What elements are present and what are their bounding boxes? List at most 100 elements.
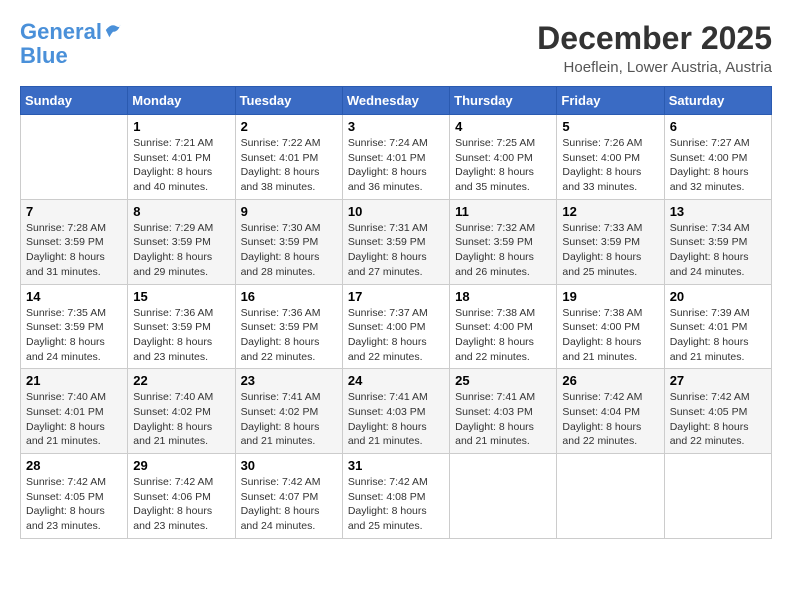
day-info: Sunrise: 7:42 AM Sunset: 4:05 PM Dayligh… [26, 475, 122, 534]
day-info: Sunrise: 7:37 AM Sunset: 4:00 PM Dayligh… [348, 306, 444, 365]
day-cell: 15Sunrise: 7:36 AM Sunset: 3:59 PM Dayli… [128, 284, 235, 369]
week-row-1: 1 Sunrise: 7:21 AM Sunset: 4:01 PM Daylig… [21, 115, 772, 200]
day-cell [664, 454, 771, 539]
day-number: 17 [348, 289, 444, 304]
calendar-table: SundayMondayTuesdayWednesdayThursdayFrid… [20, 86, 772, 539]
day-number: 10 [348, 204, 444, 219]
day-cell: 29Sunrise: 7:42 AM Sunset: 4:06 PM Dayli… [128, 454, 235, 539]
day-cell: 18 Sunrise: 7:38 AM Sunset: 4:00 PM Dayli… [450, 284, 557, 369]
day-cell [450, 454, 557, 539]
day-number: 3 [348, 119, 444, 134]
day-number: 22 [133, 373, 229, 388]
day-cell: 2 Sunrise: 7:22 AM Sunset: 4:01 PM Daylig… [235, 115, 342, 200]
day-number: 8 [133, 204, 229, 219]
day-info: Sunrise: 7:42 AM Sunset: 4:08 PM Dayligh… [348, 475, 444, 534]
week-row-4: 21 Sunrise: 7:40 AM Sunset: 4:01 PM Dayli… [21, 369, 772, 454]
day-info: Sunrise: 7:41 AM Sunset: 4:03 PM Dayligh… [348, 390, 444, 449]
day-number: 25 [455, 373, 551, 388]
day-number: 4 [455, 119, 551, 134]
day-number: 26 [562, 373, 658, 388]
header-tuesday: Tuesday [235, 87, 342, 115]
day-cell [557, 454, 664, 539]
logo-text: General Blue [20, 20, 122, 68]
day-info: Sunrise: 7:28 AM Sunset: 3:59 PM Dayligh… [26, 221, 122, 280]
day-cell: 4 Sunrise: 7:25 AM Sunset: 4:00 PM Daylig… [450, 115, 557, 200]
day-number: 30 [241, 458, 337, 473]
day-number: 21 [26, 373, 122, 388]
day-cell: 23 Sunrise: 7:41 AM Sunset: 4:02 PM Dayli… [235, 369, 342, 454]
week-row-3: 14 Sunrise: 7:35 AM Sunset: 3:59 PM Dayli… [21, 284, 772, 369]
day-info: Sunrise: 7:42 AM Sunset: 4:04 PM Dayligh… [562, 390, 658, 449]
day-number: 18 [455, 289, 551, 304]
day-cell: 21 Sunrise: 7:40 AM Sunset: 4:01 PM Dayli… [21, 369, 128, 454]
day-cell: 26 Sunrise: 7:42 AM Sunset: 4:04 PM Dayli… [557, 369, 664, 454]
day-cell: 11Sunrise: 7:32 AM Sunset: 3:59 PM Dayli… [450, 199, 557, 284]
day-cell: 14 Sunrise: 7:35 AM Sunset: 3:59 PM Dayli… [21, 284, 128, 369]
day-number: 13 [670, 204, 766, 219]
day-number: 23 [241, 373, 337, 388]
header-thursday: Thursday [450, 87, 557, 115]
day-info: Sunrise: 7:29 AM Sunset: 3:59 PM Dayligh… [133, 221, 229, 280]
day-number: 27 [670, 373, 766, 388]
day-info: Sunrise: 7:33 AM Sunset: 3:59 PM Dayligh… [562, 221, 658, 280]
day-info: Sunrise: 7:41 AM Sunset: 4:03 PM Dayligh… [455, 390, 551, 449]
day-cell: 12Sunrise: 7:33 AM Sunset: 3:59 PM Dayli… [557, 199, 664, 284]
subtitle: Hoeflein, Lower Austria, Austria [537, 59, 772, 76]
day-number: 7 [26, 204, 122, 219]
logo: General Blue [20, 20, 122, 68]
day-cell: 8 Sunrise: 7:29 AM Sunset: 3:59 PM Daylig… [128, 199, 235, 284]
calendar-header-row: SundayMondayTuesdayWednesdayThursdayFrid… [21, 87, 772, 115]
week-row-5: 28Sunrise: 7:42 AM Sunset: 4:05 PM Dayli… [21, 454, 772, 539]
day-cell: 1 Sunrise: 7:21 AM Sunset: 4:01 PM Daylig… [128, 115, 235, 200]
day-cell: 19 Sunrise: 7:38 AM Sunset: 4:00 PM Dayli… [557, 284, 664, 369]
day-number: 5 [562, 119, 658, 134]
header-saturday: Saturday [664, 87, 771, 115]
day-cell: 3Sunrise: 7:24 AM Sunset: 4:01 PM Daylig… [342, 115, 449, 200]
day-cell: 24 Sunrise: 7:41 AM Sunset: 4:03 PM Dayli… [342, 369, 449, 454]
day-number: 11 [455, 204, 551, 219]
day-info: Sunrise: 7:25 AM Sunset: 4:00 PM Dayligh… [455, 136, 551, 195]
logo-blue: Blue [20, 43, 68, 68]
title-block: December 2025 Hoeflein, Lower Austria, A… [537, 20, 772, 76]
day-info: Sunrise: 7:40 AM Sunset: 4:01 PM Dayligh… [26, 390, 122, 449]
day-cell: 13 Sunrise: 7:34 AM Sunset: 3:59 PM Dayli… [664, 199, 771, 284]
day-cell: 20Sunrise: 7:39 AM Sunset: 4:01 PM Dayli… [664, 284, 771, 369]
day-cell: 7 Sunrise: 7:28 AM Sunset: 3:59 PM Daylig… [21, 199, 128, 284]
day-number: 2 [241, 119, 337, 134]
day-info: Sunrise: 7:41 AM Sunset: 4:02 PM Dayligh… [241, 390, 337, 449]
logo-bird-icon [104, 21, 122, 39]
day-cell: 25 Sunrise: 7:41 AM Sunset: 4:03 PM Dayli… [450, 369, 557, 454]
day-cell: 27 Sunrise: 7:42 AM Sunset: 4:05 PM Dayli… [664, 369, 771, 454]
day-info: Sunrise: 7:42 AM Sunset: 4:06 PM Dayligh… [133, 475, 229, 534]
day-info: Sunrise: 7:34 AM Sunset: 3:59 PM Dayligh… [670, 221, 766, 280]
day-cell: 16 Sunrise: 7:36 AM Sunset: 3:59 PM Dayli… [235, 284, 342, 369]
day-info: Sunrise: 7:42 AM Sunset: 4:05 PM Dayligh… [670, 390, 766, 449]
main-title: December 2025 [537, 20, 772, 57]
day-info: Sunrise: 7:35 AM Sunset: 3:59 PM Dayligh… [26, 306, 122, 365]
day-number: 16 [241, 289, 337, 304]
day-cell: 22Sunrise: 7:40 AM Sunset: 4:02 PM Dayli… [128, 369, 235, 454]
day-info: Sunrise: 7:31 AM Sunset: 3:59 PM Dayligh… [348, 221, 444, 280]
day-info: Sunrise: 7:21 AM Sunset: 4:01 PM Dayligh… [133, 136, 229, 195]
page-header: General Blue December 2025 Hoeflein, Low… [20, 20, 772, 76]
day-info: Sunrise: 7:36 AM Sunset: 3:59 PM Dayligh… [241, 306, 337, 365]
day-info: Sunrise: 7:38 AM Sunset: 4:00 PM Dayligh… [455, 306, 551, 365]
logo-general: General [20, 19, 102, 44]
day-number: 14 [26, 289, 122, 304]
day-number: 9 [241, 204, 337, 219]
header-monday: Monday [128, 87, 235, 115]
week-row-2: 7 Sunrise: 7:28 AM Sunset: 3:59 PM Daylig… [21, 199, 772, 284]
day-number: 24 [348, 373, 444, 388]
day-info: Sunrise: 7:36 AM Sunset: 3:59 PM Dayligh… [133, 306, 229, 365]
day-number: 31 [348, 458, 444, 473]
day-number: 6 [670, 119, 766, 134]
day-info: Sunrise: 7:38 AM Sunset: 4:00 PM Dayligh… [562, 306, 658, 365]
day-number: 1 [133, 119, 229, 134]
day-number: 19 [562, 289, 658, 304]
day-cell: 17 Sunrise: 7:37 AM Sunset: 4:00 PM Dayli… [342, 284, 449, 369]
header-wednesday: Wednesday [342, 87, 449, 115]
header-friday: Friday [557, 87, 664, 115]
day-cell: 5Sunrise: 7:26 AM Sunset: 4:00 PM Daylig… [557, 115, 664, 200]
day-cell: 10 Sunrise: 7:31 AM Sunset: 3:59 PM Dayli… [342, 199, 449, 284]
day-info: Sunrise: 7:22 AM Sunset: 4:01 PM Dayligh… [241, 136, 337, 195]
